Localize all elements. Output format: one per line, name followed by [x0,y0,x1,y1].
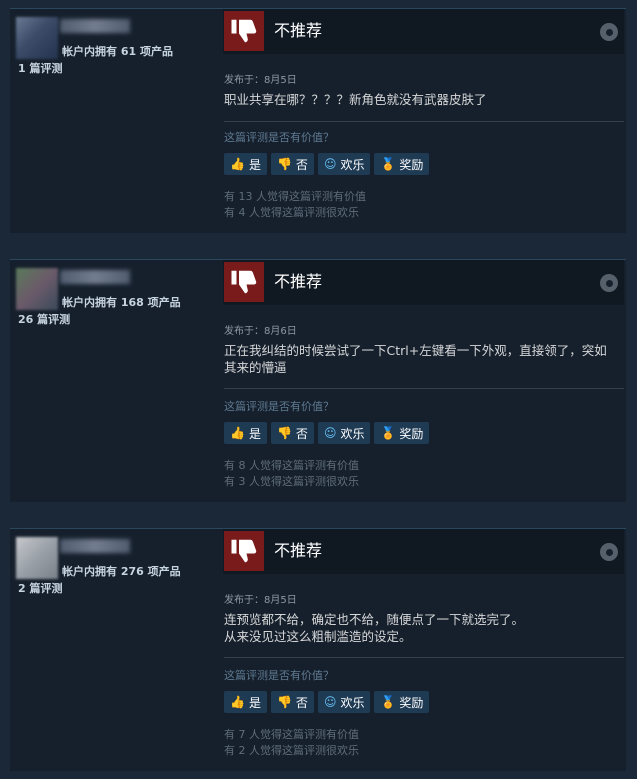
helpful-question: 这篇评测是否有价值？ [224,131,334,144]
vote-buttons: 👍 是 👎 否 ☺ 欢乐 🏅 奖励 [224,691,430,713]
review-content: 正在我纠结的时候尝试了一下Ctrl+左键看一下外观，直接领了，突如其来的懵逼 [224,343,607,375]
posted-date: 发布于：8月6日 [224,326,297,337]
found-helpful: 有 13 人觉得这篇评测有价值 [224,190,366,203]
avatar[interactable] [16,537,58,579]
review-card: 帐户内拥有 276 项产品 2 篇评测 不推荐 发布于：8月5日 连预览都不给，… [10,528,626,771]
thumbs-down-icon: 👎 [276,426,292,440]
thumbs-up-icon: 👍 [230,157,245,171]
found-funny: 有 3 人觉得这篇评测很欢乐 [224,475,359,488]
recommendation-label: 不推荐 [274,541,323,560]
award-button[interactable]: 🏅 奖励 [374,422,430,444]
thumbs-down-icon: 👎 [276,157,292,171]
steam-logo-icon [600,274,618,292]
award-button[interactable]: 🏅 奖励 [374,153,430,175]
products-owned: 帐户内拥有 61 项产品 [62,45,173,58]
vote-funny-button[interactable]: ☺ 欢乐 [317,691,371,713]
recommendation-header[interactable]: 不推荐 [223,9,624,54]
review-count[interactable]: 26 篇评测 [18,311,70,327]
posted-date: 发布于：8月5日 [224,595,297,606]
smiley-icon: ☺ [323,157,337,171]
thumbs-up-icon: 👍 [230,695,245,709]
thumbs-down-icon [224,262,264,302]
author-name-blurred[interactable] [60,19,130,33]
found-helpful: 有 8 人觉得这篇评测有价值 [224,459,359,472]
recommendation-header[interactable]: 不推荐 [223,529,624,574]
review-count[interactable]: 2 篇评测 [18,580,62,596]
award-ribbon-icon: 🏅 [380,695,396,709]
vote-yes-button[interactable]: 👍 是 [224,422,267,444]
found-funny: 有 2 人觉得这篇评测很欢乐 [224,744,359,757]
vote-buttons: 👍 是 👎 否 ☺ 欢乐 🏅 奖励 [224,422,430,444]
vote-funny-button[interactable]: ☺ 欢乐 [317,153,371,175]
avatar[interactable] [16,17,58,59]
posted-date: 发布于：8月5日 [224,75,297,86]
vote-no-button[interactable]: 👎 否 [270,153,314,175]
found-funny: 有 4 人觉得这篇评测很欢乐 [224,206,359,219]
review-card: 帐户内拥有 168 项产品 26 篇评测 不推荐 发布于：8月6日 正在我纠结的… [10,259,626,502]
recommendation-label: 不推荐 [274,272,323,291]
products-owned: 帐户内拥有 276 项产品 [62,565,181,578]
thumbs-down-icon [224,11,264,51]
thumbs-up-icon: 👍 [230,426,245,440]
vote-no-button[interactable]: 👎 否 [270,691,314,713]
author-name-blurred[interactable] [60,539,130,553]
vote-funny-button[interactable]: ☺ 欢乐 [317,422,371,444]
review-content-line: 连预览都不给，确定也不给，随便点了一下就选完了。 [224,612,525,627]
steam-logo-icon [600,23,618,41]
steam-logo-icon [600,543,618,561]
award-ribbon-icon: 🏅 [380,426,396,440]
helpful-question: 这篇评测是否有价值？ [224,400,334,413]
vote-no-button[interactable]: 👎 否 [270,422,314,444]
award-button[interactable]: 🏅 奖励 [374,691,430,713]
review-content: 连预览都不给，确定也不给，随便点了一下就选完了。 从来没见过这么粗制滥造的设定。 [224,611,619,645]
divider [224,657,624,658]
vote-buttons: 👍 是 👎 否 ☺ 欢乐 🏅 奖励 [224,153,430,175]
recommendation-label: 不推荐 [274,21,323,40]
review-card: 帐户内拥有 61 项产品 1 篇评测 不推荐 发布于：8月5日 职业共享在哪？？… [10,8,626,233]
review-author[interactable]: 帐户内拥有 61 项产品 1 篇评测 [16,17,221,77]
helpful-question: 这篇评测是否有价值？ [224,669,334,682]
found-helpful: 有 7 人觉得这篇评测有价值 [224,728,359,741]
thumbs-down-icon [224,531,264,571]
review-page: 帐户内拥有 61 项产品 1 篇评测 不推荐 发布于：8月5日 职业共享在哪？？… [0,0,637,779]
products-owned: 帐户内拥有 168 项产品 [62,296,181,309]
review-author[interactable]: 帐户内拥有 168 项产品 26 篇评测 [16,268,221,328]
author-name-blurred[interactable] [60,270,130,284]
review-content: 职业共享在哪？？？？新角色就没有武器皮肤了 [224,92,487,107]
review-content-line: 从来没见过这么粗制滥造的设定。 [224,629,412,644]
thumbs-down-icon: 👎 [276,695,292,709]
divider [224,388,624,389]
award-ribbon-icon: 🏅 [380,157,396,171]
recommendation-header[interactable]: 不推荐 [223,260,624,305]
vote-yes-button[interactable]: 👍 是 [224,691,267,713]
avatar[interactable] [16,268,58,310]
review-author[interactable]: 帐户内拥有 276 项产品 2 篇评测 [16,537,221,597]
divider [224,121,624,122]
vote-yes-button[interactable]: 👍 是 [224,153,267,175]
smiley-icon: ☺ [323,426,337,440]
review-count[interactable]: 1 篇评测 [18,60,62,76]
smiley-icon: ☺ [323,695,337,709]
